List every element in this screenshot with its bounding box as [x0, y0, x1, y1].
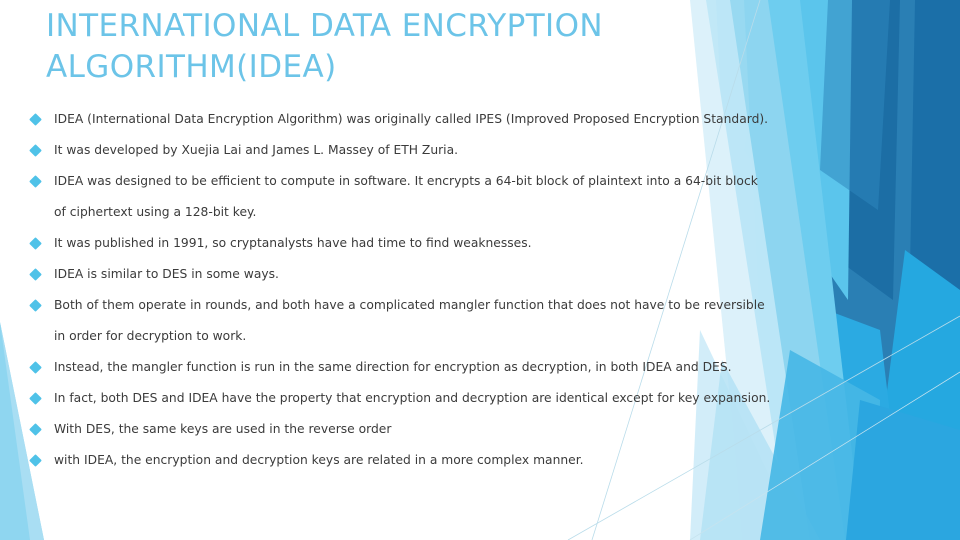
diamond-bullet-icon: [29, 299, 42, 312]
list-item: IDEA (International Data Encryption Algo…: [0, 104, 830, 135]
list-item-text: IDEA (International Data Encryption Algo…: [54, 112, 769, 126]
list-item: With DES, the same keys are used in the …: [0, 414, 830, 445]
diamond-bullet-icon: [29, 423, 42, 436]
list-item: It was developed by Xuejia Lai and James…: [0, 135, 830, 166]
diamond-bullet-icon: [29, 237, 42, 250]
slide-title: INTERNATIONAL DATA ENCRYPTION ALGORITHM(…: [46, 8, 603, 86]
diamond-bullet-icon: [29, 454, 42, 467]
diamond-bullet-icon: [29, 113, 42, 126]
list-item-text: Instead, the mangler function is run in …: [54, 360, 732, 374]
list-item-text: It was developed by Xuejia Lai and James…: [54, 143, 459, 157]
list-item-text: IDEA was designed to be efficient to com…: [54, 174, 758, 188]
list-item: It was published in 1991, so cryptanalys…: [0, 228, 830, 259]
diamond-bullet-icon: [29, 361, 42, 374]
decor-shape-navy-far-right: [860, 0, 960, 540]
list-item: Both of them operate in rounds, and both…: [0, 290, 830, 352]
list-item-text: With DES, the same keys are used in the …: [54, 422, 392, 436]
decor-shape-navy-sliver: [838, 0, 900, 300]
decor-shape-top-soft: [820, 0, 890, 210]
list-item-text: Both of them operate in rounds, and both…: [54, 298, 765, 312]
slide-body: IDEA (International Data Encryption Algo…: [0, 104, 830, 476]
slide-canvas: INTERNATIONAL DATA ENCRYPTION ALGORITHM(…: [0, 0, 960, 540]
list-item-text: with IDEA, the encryption and decryption…: [54, 453, 584, 467]
diamond-bullet-icon: [29, 175, 42, 188]
decor-shape-accent-bottom: [846, 400, 960, 540]
list-item-text: In fact, both DES and IDEA have the prop…: [54, 391, 771, 405]
list-item: IDEA is similar to DES in some ways.: [0, 259, 830, 290]
list-item-text: It was published in 1991, so cryptanalys…: [54, 236, 532, 250]
list-item-text-continued: in order for decryption to work.: [54, 329, 247, 343]
list-item-text-continued: of ciphertext using a 128-bit key.: [54, 205, 257, 219]
decor-shape-cyan-right-lower: [868, 250, 960, 540]
list-item: Instead, the mangler function is run in …: [0, 352, 830, 383]
list-item-text: IDEA is similar to DES in some ways.: [54, 267, 279, 281]
list-item: IDEA was designed to be efficient to com…: [0, 166, 830, 228]
diamond-bullet-icon: [29, 268, 42, 281]
list-item: with IDEA, the encryption and decryption…: [0, 445, 830, 476]
diamond-bullet-icon: [29, 144, 42, 157]
diamond-bullet-icon: [29, 392, 42, 405]
list-item: In fact, both DES and IDEA have the prop…: [0, 383, 830, 414]
